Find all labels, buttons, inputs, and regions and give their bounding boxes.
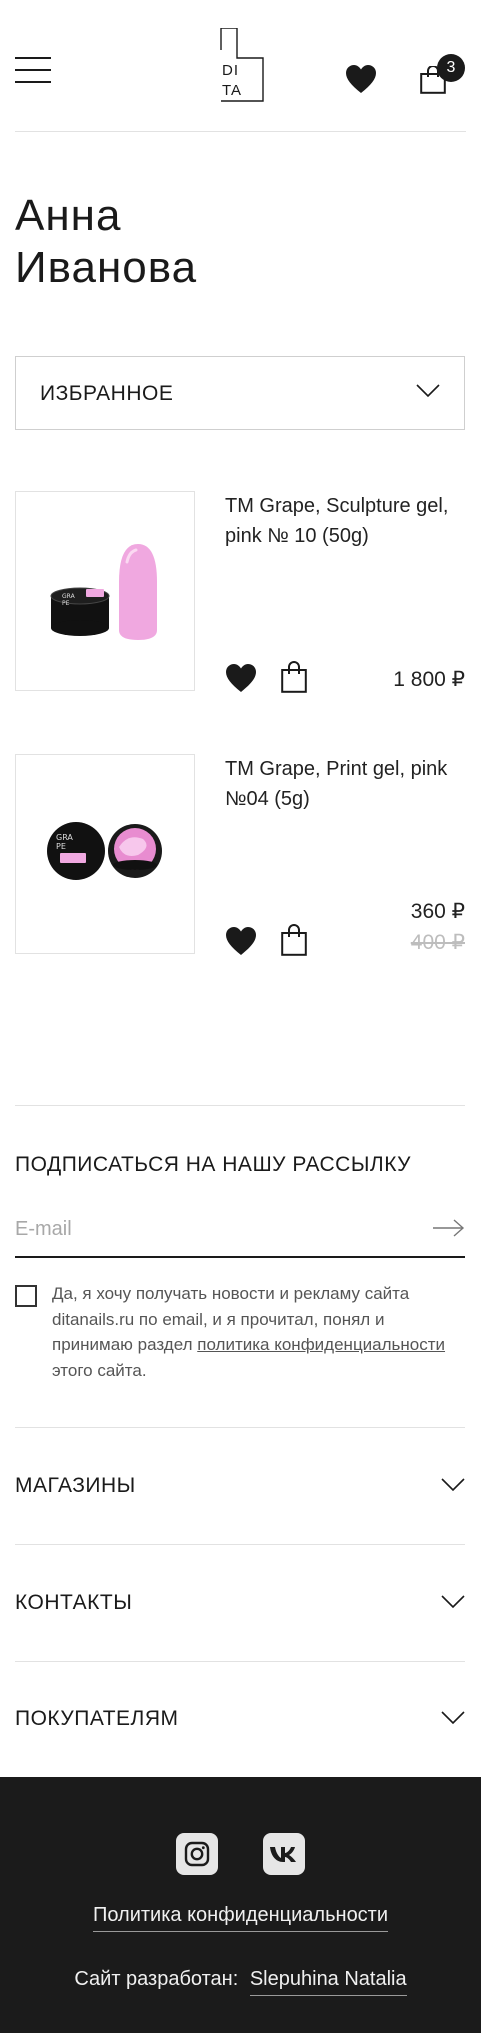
divider xyxy=(15,1427,465,1428)
product-title[interactable]: TM Grape, Print gel, pink №04 (5g) xyxy=(225,754,465,814)
add-to-cart-bag-icon[interactable] xyxy=(281,924,307,956)
divider xyxy=(15,1661,465,1662)
add-to-cart-bag-icon[interactable] xyxy=(281,661,307,693)
svg-text:PE: PE xyxy=(56,842,66,851)
accordion-customers-label: ПОКУПАТЕЛЯМ xyxy=(15,1707,179,1730)
product-image[interactable]: GRA PE xyxy=(15,754,195,954)
footer-privacy-link[interactable]: Политика конфиденциальности xyxy=(92,1904,389,1932)
accordion-customers[interactable]: ПОКУПАТЕЛЯМ xyxy=(15,1701,465,1741)
profile-last-name: Иванова xyxy=(15,243,198,292)
site-footer: Политика конфиденциальности Сайт разрабо… xyxy=(0,1777,481,2033)
newsletter-title: ПОДПИСАТЬСЯ НА НАШУ РАССЫЛКУ xyxy=(15,1153,412,1176)
remove-favorite-heart-icon[interactable] xyxy=(225,926,257,956)
menu-icon[interactable] xyxy=(15,57,51,83)
svg-text:GRA: GRA xyxy=(56,833,73,842)
profile-name: Анна Иванова xyxy=(15,190,315,294)
chevron-down-icon xyxy=(416,384,440,398)
newsletter-email-row xyxy=(15,1208,465,1258)
divider xyxy=(15,1105,465,1106)
svg-text:PE: PE xyxy=(62,600,70,607)
dita-logo[interactable]: DI TA xyxy=(220,28,264,102)
profile-first-name: Анна xyxy=(15,191,122,240)
product-image[interactable]: GRA PE xyxy=(15,491,195,691)
accordion-contacts[interactable]: КОНТАКТЫ xyxy=(15,1585,465,1625)
footer-developer-link[interactable]: Slepuhina Natalia xyxy=(249,1968,407,1996)
newsletter-email-input[interactable] xyxy=(15,1208,415,1250)
cart-count-badge: 3 xyxy=(437,54,465,82)
accordion-stores[interactable]: МАГАЗИНЫ xyxy=(15,1468,465,1508)
accordion-stores-label: МАГАЗИНЫ xyxy=(15,1474,136,1497)
favorites-heart-icon[interactable] xyxy=(345,64,377,94)
vk-icon[interactable] xyxy=(263,1833,305,1875)
footer-privacy-row: Политика конфиденциальности xyxy=(0,1904,481,1932)
footer-developer-label: Сайт разработан: xyxy=(74,1968,239,1990)
instagram-icon[interactable] xyxy=(176,1833,218,1875)
svg-text:GRA: GRA xyxy=(62,593,76,600)
account-section-selected: ИЗБРАННОЕ xyxy=(40,382,174,405)
product-sale-price: 360 ₽ xyxy=(410,900,465,923)
product-title[interactable]: TM Grape, Sculpture gel, pink № 10 (50g) xyxy=(225,491,465,551)
footer-developer-row: Сайт разработан: Slepuhina Natalia xyxy=(0,1968,481,1996)
logo-text-top: DI xyxy=(222,62,239,79)
chevron-down-icon xyxy=(441,1478,465,1492)
chevron-down-icon xyxy=(441,1711,465,1725)
consent-checkbox[interactable] xyxy=(15,1285,37,1307)
product-old-price: 400 ₽ xyxy=(410,931,465,954)
consent-text: Да, я хочу получать новости и рекламу са… xyxy=(52,1281,467,1383)
site-header: DI TA 3 xyxy=(15,0,466,132)
divider xyxy=(15,1544,465,1545)
chevron-down-icon xyxy=(441,1595,465,1609)
privacy-policy-link[interactable]: политика конфиденциальности xyxy=(197,1335,445,1354)
logo-text-bottom: TA xyxy=(222,82,243,99)
favorite-product-card: GRA PE TM Grape, Print gel, pink №04 (5g… xyxy=(15,754,465,956)
consent-text-end: этого сайта. xyxy=(52,1360,147,1380)
favorite-product-card: GRA PE TM Grape, Sculpture gel, pink № 1… xyxy=(15,491,465,693)
account-section-select[interactable]: ИЗБРАННОЕ xyxy=(15,356,465,430)
accordion-contacts-label: КОНТАКТЫ xyxy=(15,1591,133,1614)
product-price: 1 800 ₽ xyxy=(393,668,465,691)
remove-favorite-heart-icon[interactable] xyxy=(225,663,257,693)
arrow-right-icon[interactable] xyxy=(433,1218,465,1238)
